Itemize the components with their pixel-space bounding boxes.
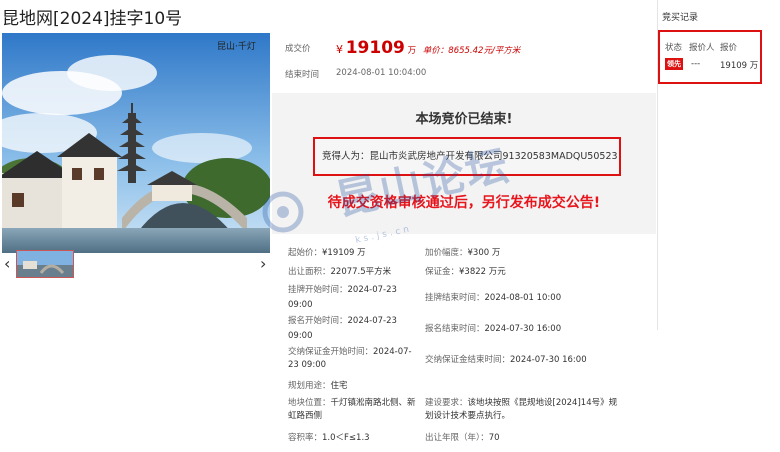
use-label: 规划用途： [288, 381, 331, 391]
increment-value: ¥300 万 [467, 248, 501, 258]
deal-price-unit: 万 [407, 46, 417, 56]
area-value: 22077.5平方米 [330, 267, 392, 277]
deposit-label: 保证金： [425, 267, 460, 277]
increment-label: 加价幅度： [425, 248, 468, 258]
list-end-label: 挂牌结束时间： [425, 293, 485, 303]
years-value: 70 [488, 433, 500, 443]
start-price-value: ¥19109 万 [322, 248, 366, 258]
end-time-label: 结束时间 [285, 70, 320, 80]
bid-record-table: 状态 报价人 报价 领先 --- 19109 万 [658, 30, 762, 84]
photo-caption: 昆山·千灯 [217, 41, 256, 52]
unit-price: 单价：8655.42元/平方米 [422, 46, 521, 56]
use-value: 住宅 [330, 381, 348, 391]
land-photo: 昆山·千灯 [2, 33, 270, 253]
far-label: 容积率： [288, 433, 323, 443]
prev-image-arrow[interactable]: ‹ [4, 254, 10, 273]
deposit-end-label: 交纳保证金结束时间： [425, 355, 511, 365]
list-start-label: 挂牌开始时间： [288, 285, 348, 295]
deal-price-value: 19109 [345, 38, 405, 58]
lead-status-badge: 领先 [665, 58, 683, 70]
reg-end-label: 报名结束时间： [425, 324, 485, 334]
deal-price-label: 成交价 [285, 44, 311, 54]
start-price-label: 起始价： [288, 248, 323, 258]
bid-header-price: 报价 [720, 43, 738, 53]
reg-end-value: 2024-07-30 16:00 [484, 324, 562, 334]
next-image-arrow[interactable]: › [260, 254, 266, 273]
deposit-start-label: 交纳保证金开始时间： [288, 347, 374, 357]
forum-watermark-logo [255, 172, 325, 246]
deposit-end-value: 2024-07-30 16:00 [510, 355, 587, 365]
end-time-value: 2024-08-01 10:04:00 [336, 68, 427, 78]
list-end-value: 2024-08-01 10:00 [484, 293, 562, 303]
bid-price: 19109 万 [720, 61, 759, 71]
bid-header-status: 状态 [665, 43, 683, 53]
bid-header-bidder: 报价人 [689, 43, 715, 53]
bid-bidder: --- [691, 59, 701, 69]
deal-price: ¥ 19109 万 单价：8655.42元/平方米 [336, 38, 520, 58]
far-value: 1.0＜F≤1.3 [322, 433, 370, 443]
deposit-value: ¥3822 万元 [459, 267, 506, 277]
photo-thumbnail[interactable] [16, 250, 74, 278]
years-label: 出让年限（年）： [425, 433, 489, 443]
area-label: 出让面积： [288, 267, 331, 277]
bid-record-title: 竞买记录 [662, 13, 699, 23]
location-label: 地块位置： [288, 398, 331, 408]
currency-symbol: ¥ [336, 43, 343, 56]
reg-start-label: 报名开始时间： [288, 316, 348, 326]
requirement-label: 建设要求： [425, 398, 468, 408]
page-title: 昆地网[2024]挂字10号 [2, 9, 183, 29]
auction-ended-heading: 本场竞价已结束! [415, 112, 513, 127]
